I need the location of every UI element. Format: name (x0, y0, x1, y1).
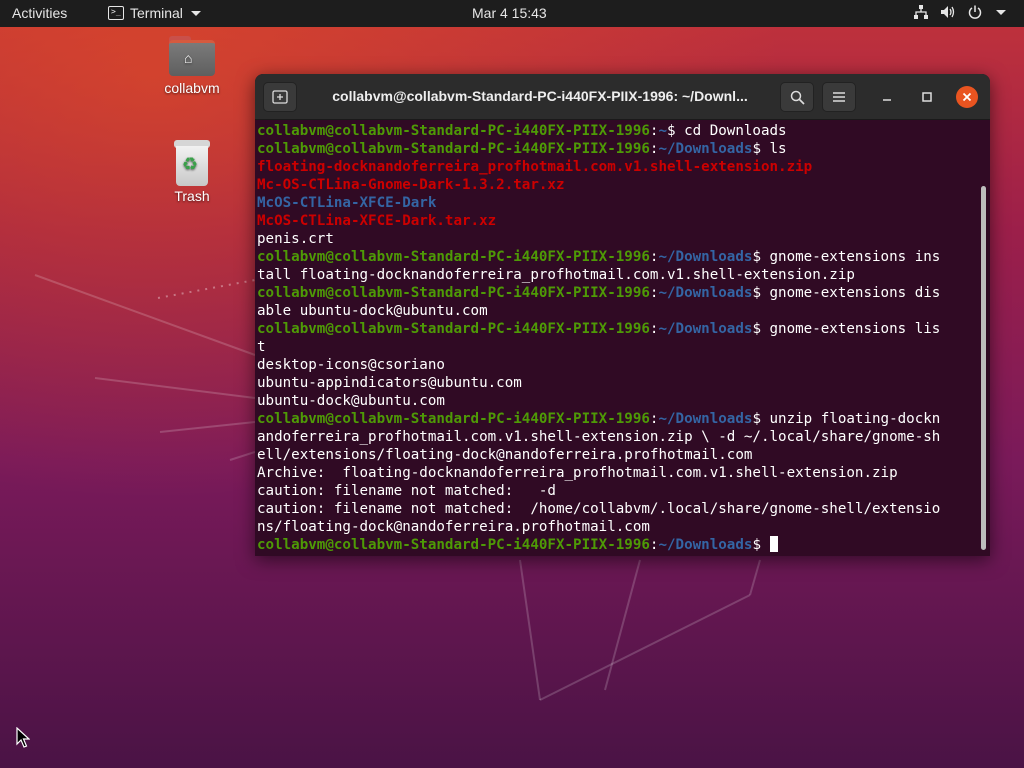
terminal-line: collabvm@collabvm-Standard-PC-i440FX-PII… (257, 411, 941, 427)
terminal-window[interactable]: collabvm@collabvm-Standard-PC-i440FX-PII… (255, 74, 990, 556)
command-text: $ ls (752, 141, 787, 157)
desktop-home-folder[interactable]: ⌂ collabvm (152, 36, 232, 96)
command-text: $ gnome-extensions ins (752, 249, 941, 265)
prompt-path: ~/Downloads (658, 249, 753, 265)
activities-button[interactable]: Activities (12, 5, 67, 21)
prompt-user: collabvm@collabvm-Standard-PC-i440FX-PII… (257, 537, 650, 553)
terminal-line: ubuntu-dock@ubuntu.com (257, 393, 445, 409)
trash-icon: ♻ (174, 140, 210, 186)
new-tab-icon (272, 90, 288, 104)
power-icon (968, 5, 982, 19)
trash-label: Trash (174, 188, 210, 204)
terminal-headerbar[interactable]: collabvm@collabvm-Standard-PC-i440FX-PII… (255, 74, 990, 120)
terminal-line: collabvm@collabvm-Standard-PC-i440FX-PII… (257, 321, 941, 337)
prompt-path: ~/Downloads (658, 537, 753, 553)
terminal-line: ell/extensions/floating-dock@nandoferrei… (257, 447, 753, 463)
command-text: $ (752, 537, 770, 553)
prompt-user: collabvm@collabvm-Standard-PC-i440FX-PII… (257, 321, 650, 337)
prompt-user: collabvm@collabvm-Standard-PC-i440FX-PII… (257, 249, 650, 265)
close-button[interactable] (956, 86, 978, 108)
terminal-line: ubuntu-appindicators@ubuntu.com (257, 375, 522, 391)
terminal-line: able ubuntu-dock@ubuntu.com (257, 303, 488, 319)
top-bar: Activities >_ Terminal Mar 4 15:43 (0, 0, 1024, 27)
search-button[interactable] (780, 82, 814, 112)
hamburger-menu-icon (833, 92, 845, 102)
window-title: collabvm@collabvm-Standard-PC-i440FX-PII… (332, 88, 748, 104)
hamburger-menu-button[interactable] (822, 82, 856, 112)
volume-icon (941, 6, 955, 18)
terminal-line: desktop-icons@csoriano (257, 357, 445, 373)
prompt-path: ~/Downloads (658, 411, 753, 427)
terminal-line: t (257, 339, 266, 355)
terminal-prompt-line: collabvm@collabvm-Standard-PC-i440FX-PII… (257, 536, 979, 554)
terminal-scrollbar[interactable] (981, 186, 986, 550)
prompt-user: collabvm@collabvm-Standard-PC-i440FX-PII… (257, 123, 650, 139)
prompt-path: ~/Downloads (658, 141, 753, 157)
system-tray[interactable] (914, 5, 1006, 19)
command-text: $ gnome-extensions lis (752, 321, 941, 337)
terminal-line: collabvm@collabvm-Standard-PC-i440FX-PII… (257, 141, 787, 157)
chevron-down-icon (190, 10, 201, 16)
new-tab-button[interactable] (263, 82, 297, 112)
terminal-line: collabvm@collabvm-Standard-PC-i440FX-PII… (257, 285, 941, 301)
prompt-user: collabvm@collabvm-Standard-PC-i440FX-PII… (257, 411, 650, 427)
terminal-app-icon: >_ (108, 6, 124, 20)
text-cursor (769, 536, 778, 552)
terminal-line: tall floating-docknandoferreira_profhotm… (257, 267, 855, 283)
command-text: $ unzip floating-dockn (752, 411, 941, 427)
prompt-path: ~/Downloads (658, 321, 753, 337)
app-menu-label: Terminal (130, 5, 183, 21)
terminal-line: floating-docknandoferreira_profhotmail.c… (257, 159, 813, 175)
terminal-output[interactable]: collabvm@collabvm-Standard-PC-i440FX-PII… (257, 122, 979, 554)
terminal-line: penis.crt (257, 231, 334, 247)
app-menu-terminal[interactable]: >_ Terminal (108, 5, 201, 21)
terminal-line: caution: filename not matched: /home/col… (257, 501, 941, 517)
search-icon (790, 90, 805, 105)
terminal-line: collabvm@collabvm-Standard-PC-i440FX-PII… (257, 249, 941, 265)
system-menu-chevron-icon (996, 9, 1006, 15)
prompt-path: ~ (658, 123, 668, 139)
terminal-line: ns/floating-dock@nandoferreira.profhotma… (257, 519, 650, 535)
command-text: $ cd Downloads (667, 123, 787, 139)
network-icon (914, 5, 928, 19)
prompt-user: collabvm@collabvm-Standard-PC-i440FX-PII… (257, 141, 650, 157)
terminal-line: McOS-CTLina-XFCE-Dark.tar.xz (257, 213, 497, 229)
terminal-line: Archive: floating-docknandoferreira_prof… (257, 465, 898, 481)
terminal-line: collabvm@collabvm-Standard-PC-i440FX-PII… (257, 123, 787, 139)
prompt-path: ~/Downloads (658, 285, 753, 301)
prompt-user: collabvm@collabvm-Standard-PC-i440FX-PII… (257, 285, 650, 301)
minimize-button[interactable] (877, 87, 897, 107)
mouse-pointer-icon (16, 727, 30, 748)
terminal-line: caution: filename not matched: -d (257, 483, 556, 499)
desktop-trash[interactable]: ♻ Trash (152, 140, 232, 204)
minimize-icon (883, 99, 891, 101)
home-folder-icon: ⌂ (169, 36, 215, 76)
maximize-icon (922, 92, 932, 102)
home-folder-label: collabvm (164, 80, 220, 96)
terminal-line: Mc-OS-CTLina-Gnome-Dark-1.3.2.tar.xz (257, 177, 565, 193)
close-icon (962, 92, 972, 102)
clock[interactable]: Mar 4 15:43 (472, 5, 547, 21)
terminal-line: McOS-CTLina-XFCE-Dark (257, 195, 437, 211)
terminal-line: andoferreira_profhotmail.com.v1.shell-ex… (257, 429, 941, 445)
command-text: $ gnome-extensions dis (752, 285, 941, 301)
maximize-button[interactable] (917, 87, 937, 107)
